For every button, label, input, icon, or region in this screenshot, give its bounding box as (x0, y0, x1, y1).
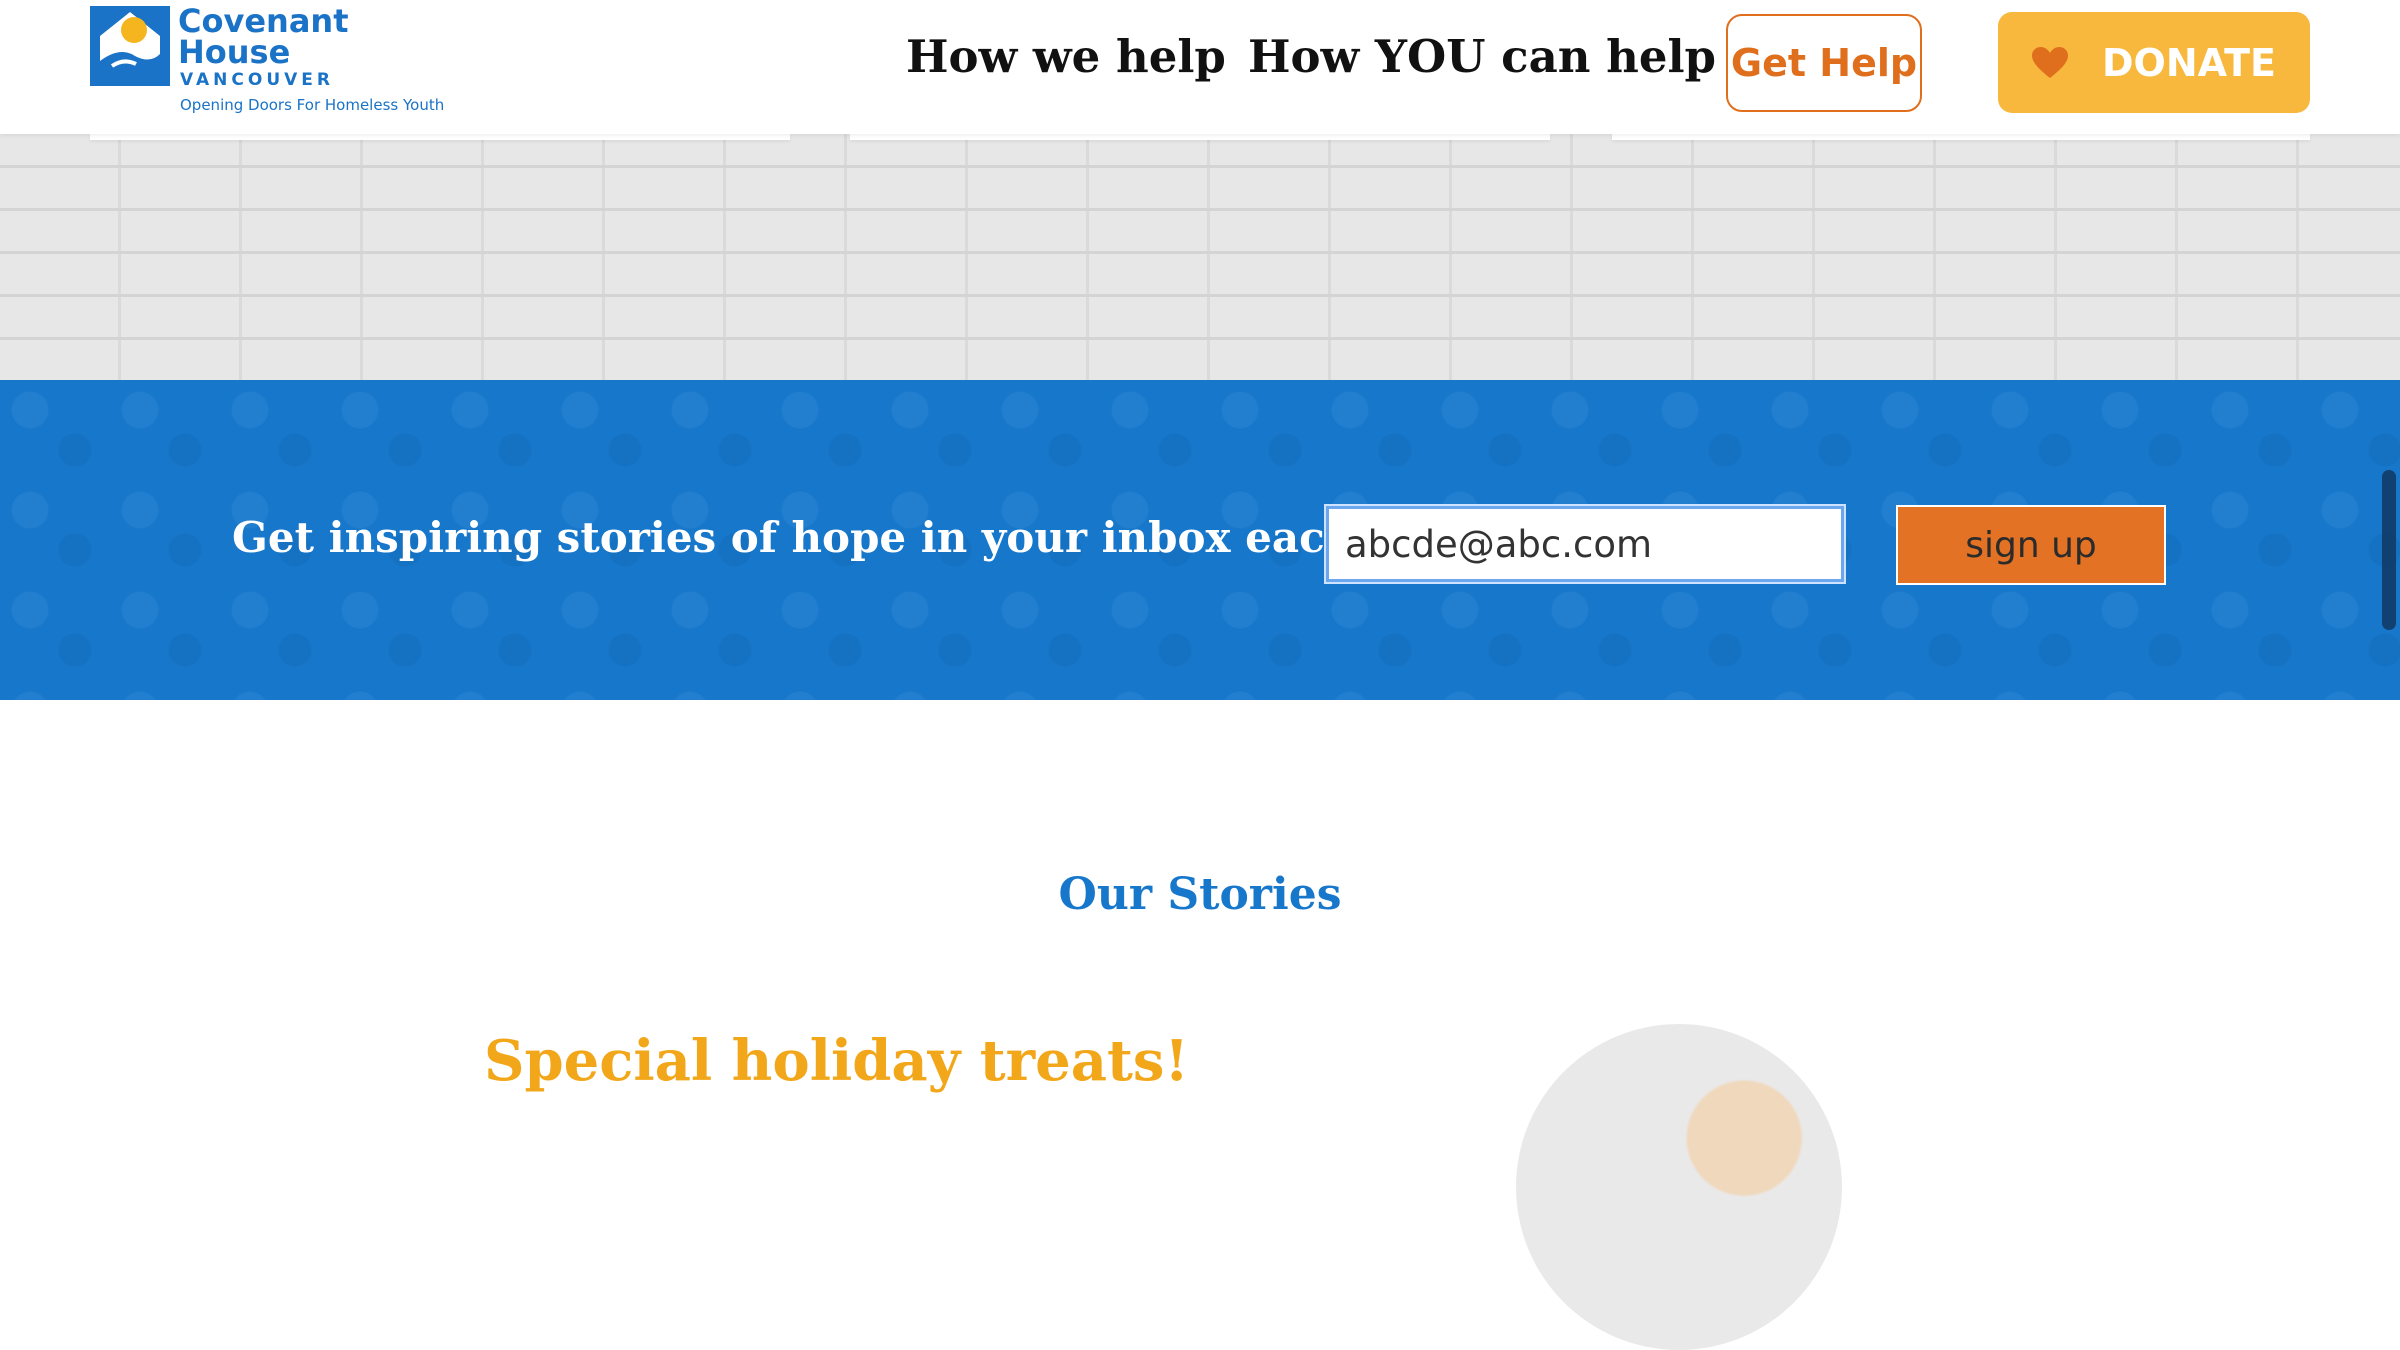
sign-up-button[interactable]: sign up (1896, 505, 2166, 585)
site-logo[interactable]: Covenant House VANCOUVER Opening Doors F… (90, 2, 444, 122)
page-scrollbar-thumb[interactable] (2382, 470, 2396, 630)
newsletter-signup-band: Get inspiring stories of hope in your in… (0, 380, 2400, 700)
logo-name: Covenant House (178, 2, 349, 71)
donate-button[interactable]: DONATE (1998, 12, 2310, 113)
sign-up-label: sign up (1965, 524, 2097, 566)
heart-icon (2032, 46, 2068, 78)
logo-tagline: Opening Doors For Homeless Youth (180, 96, 445, 114)
story-image[interactable] (1516, 1024, 1842, 1350)
covenant-house-logo (90, 6, 170, 86)
donate-label: DONATE (2102, 40, 2276, 85)
nav-how-we-help[interactable]: How we help (906, 30, 1226, 83)
story-title[interactable]: Special holiday treats! (484, 1028, 1189, 1094)
get-help-button[interactable]: Get Help (1726, 14, 1922, 112)
stories-heading: Our Stories (1058, 868, 1342, 920)
nav-how-you-can-help[interactable]: How YOU can help (1248, 30, 1716, 83)
logo-city: VANCOUVER (180, 70, 334, 90)
get-help-label: Get Help (1730, 41, 1918, 85)
email-input[interactable] (1324, 504, 1846, 584)
site-header: Covenant House VANCOUVER Opening Doors F… (0, 0, 2400, 134)
